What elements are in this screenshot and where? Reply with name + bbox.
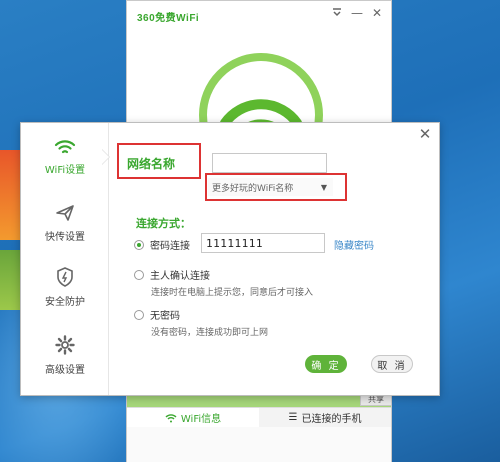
settings-sidebar: WiFi设置 快传设置 安全防护 高级设置 xyxy=(21,123,109,395)
no-password-hint: 没有密码，连接成功即可上网 xyxy=(151,328,269,338)
hide-password-link[interactable]: 隐藏密码 xyxy=(334,237,374,252)
list-icon: ☰ xyxy=(288,412,298,423)
desktop-window-edge-2 xyxy=(0,250,22,310)
sidebar-item-wifi-settings[interactable]: WiFi设置 xyxy=(21,127,109,187)
sidebar-selection-pointer xyxy=(101,149,109,165)
shield-icon xyxy=(57,266,73,287)
tab-wifi-info[interactable]: WiFi信息 xyxy=(127,408,259,427)
sidebar-item-label: 高级设置 xyxy=(45,364,85,376)
main-lower-area xyxy=(127,427,391,462)
option-password-label: 密码连接 xyxy=(150,241,190,252)
main-tabs: WiFi信息 ☰ 已连接的手机 xyxy=(127,407,391,427)
gear-icon xyxy=(55,334,75,355)
menu-icon[interactable] xyxy=(331,6,343,20)
sidebar-item-transfer-settings[interactable]: 快传设置 xyxy=(21,193,109,253)
window-controls: — ✕ xyxy=(331,6,383,20)
wifi-icon xyxy=(165,413,177,422)
option-no-password-label: 无密码 xyxy=(150,311,180,322)
more-wifi-names-dropdown[interactable]: 更多好玩的WiFi名称 ▼ xyxy=(208,178,333,196)
sidebar-item-label: 安全防护 xyxy=(45,296,85,308)
tab-connected-phones-label: 已连接的手机 xyxy=(301,414,362,425)
settings-dialog: ✕ WiFi设置 快传设置 安全防护 高级设置 网络名称 更多好玩的WiFi名称… xyxy=(20,122,440,396)
send-icon xyxy=(56,204,74,221)
cancel-button[interactable]: 取 消 xyxy=(371,355,413,373)
minimize-icon[interactable]: — xyxy=(351,6,363,20)
network-name-label: 网络名称 xyxy=(127,157,176,171)
option-no-password[interactable]: 无密码 xyxy=(134,307,180,322)
connection-method-label: 连接方式： xyxy=(136,217,191,230)
radio-no-password[interactable] xyxy=(134,309,144,320)
owner-confirm-hint: 连接时在电脑上提示您，同意后才可接入 xyxy=(151,288,314,298)
wifi-settings-panel: 网络名称 更多好玩的WiFi名称 ▼ 连接方式： 密码连接 11111111 隐… xyxy=(109,123,439,395)
caret-down-icon: ▼ xyxy=(320,182,327,192)
desktop-window-edge xyxy=(0,150,22,240)
sidebar-item-label: WiFi设置 xyxy=(44,164,86,176)
sidebar-item-advanced[interactable]: 高级设置 xyxy=(21,325,109,385)
tab-connected-phones[interactable]: ☰ 已连接的手机 xyxy=(259,408,391,427)
option-owner-confirm[interactable]: 主人确认连接 xyxy=(134,267,210,282)
option-password[interactable]: 密码连接 xyxy=(134,237,190,252)
tab-wifi-info-label: WiFi信息 xyxy=(180,414,222,425)
wifi-icon xyxy=(54,139,76,153)
option-owner-confirm-label: 主人确认连接 xyxy=(150,271,210,282)
radio-password[interactable] xyxy=(134,239,144,250)
app-title: 360免费WiFi xyxy=(137,13,200,24)
more-wifi-names-label: 更多好玩的WiFi名称 xyxy=(212,183,294,194)
network-name-input[interactable] xyxy=(212,153,327,173)
sidebar-item-label: 快传设置 xyxy=(45,231,85,243)
radio-owner-confirm[interactable] xyxy=(134,269,144,280)
sidebar-item-security[interactable]: 安全防护 xyxy=(21,257,109,317)
close-icon[interactable]: ✕ xyxy=(371,6,383,20)
password-input[interactable]: 11111111 xyxy=(201,233,325,253)
ok-button[interactable]: 确 定 xyxy=(305,355,347,373)
